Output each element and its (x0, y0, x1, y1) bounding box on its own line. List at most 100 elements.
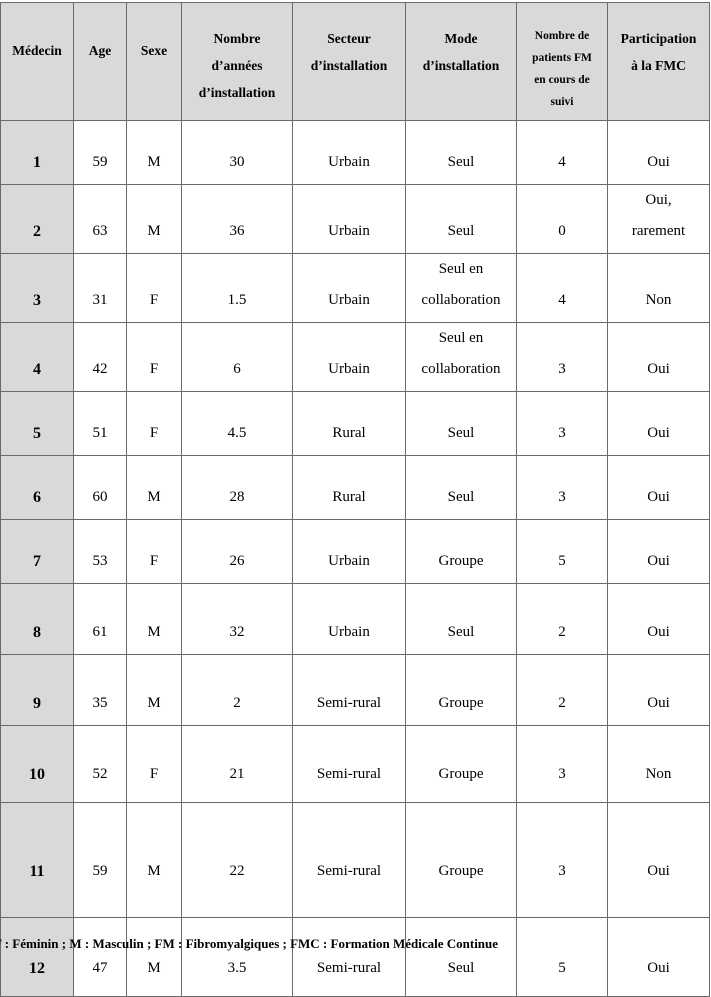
table-row: 11 59 M 22 Semi-rural Groupe 3 Oui (0, 802, 710, 918)
cell-fmc: Oui, rarement (607, 184, 710, 254)
header-medecin: Médecin (0, 2, 74, 121)
cell-fmc: Oui (607, 583, 710, 655)
header-sexe: Sexe (126, 2, 182, 121)
table-row: 8 61 M 32 Urbain Seul 2 Oui (0, 583, 710, 655)
cell-patients: 3 (516, 802, 608, 918)
cell-secteur: Rural (292, 455, 406, 520)
cell-mode: Seul (405, 917, 517, 997)
cell-annees: 30 (181, 120, 293, 185)
cell-fmc: Oui (607, 917, 710, 997)
cell-medecin: 6 (0, 455, 74, 520)
cell-secteur: Urbain (292, 519, 406, 584)
header-line: patients FM (532, 52, 592, 64)
cell-age: 53 (73, 519, 127, 584)
table-row: 3 31 F 1.5 Urbain Seul en collaboration 4 Non (0, 253, 710, 323)
table-row: 7 53 F 26 Urbain Groupe 5 Oui (0, 519, 710, 584)
cell-sexe: M (126, 455, 182, 520)
cell-patients: 3 (516, 322, 608, 392)
cell-annees: 6 (181, 322, 293, 392)
cell-medecin: 2 (0, 184, 74, 254)
cell-fmc: Oui (607, 802, 710, 918)
cell-fmc: Oui (607, 455, 710, 520)
cell-fmc: Oui (607, 322, 710, 392)
cell-secteur: Rural (292, 391, 406, 456)
cell-mode: Seul (405, 391, 517, 456)
header-line: suivi (550, 96, 574, 108)
cell-fmc: Non (607, 725, 710, 803)
cell-sexe: M (126, 120, 182, 185)
cell-sexe: M (126, 802, 182, 918)
cell-sexe: M (126, 654, 182, 726)
cell-medecin: 1 (0, 120, 74, 185)
cell-sexe: F (126, 253, 182, 323)
cell-medecin: 12 (0, 917, 74, 997)
cell-mode: Groupe (405, 519, 517, 584)
cell-mode: Seul (405, 583, 517, 655)
cell-annees: 26 (181, 519, 293, 584)
cell-mode: Seul (405, 184, 517, 254)
table-legend: F : Féminin ; M : Masculin ; FM : Fibrom… (0, 936, 499, 951)
cell-medecin: 9 (0, 654, 74, 726)
cell-age: 59 (73, 802, 127, 918)
cell-patients: 4 (516, 253, 608, 323)
header-line: en cours de (534, 74, 590, 86)
cell-mode: Seul en collaboration (405, 322, 517, 392)
cell-age: 59 (73, 120, 127, 185)
cell-patients: 5 (516, 519, 608, 584)
cell-fmc: Oui (607, 654, 710, 726)
cell-mode: Seul (405, 120, 517, 185)
cell-patients: 3 (516, 455, 608, 520)
cell-secteur: Semi-rural (292, 654, 406, 726)
cell-medecin: 7 (0, 519, 74, 584)
cell-patients: 3 (516, 725, 608, 803)
cell-medecin: 8 (0, 583, 74, 655)
header-patients: Nombre de patients FM en cours de suivi (516, 2, 608, 121)
cell-mode: Seul en collaboration (405, 253, 517, 323)
cell-sexe: M (126, 917, 182, 997)
table-row: 2 63 M 36 Urbain Seul 0 Oui, rarement (0, 184, 710, 254)
table-row: 9 35 M 2 Semi-rural Groupe 2 Oui (0, 654, 710, 726)
cell-secteur: Semi-rural (292, 802, 406, 918)
cell-annees: 3.5 (181, 917, 293, 997)
cell-medecin: 5 (0, 391, 74, 456)
cell-annees: 36 (181, 184, 293, 254)
cell-annees: 2 (181, 654, 293, 726)
header-mode: Mode d’installation (405, 2, 517, 121)
header-participation: Participation à la FMC (607, 2, 710, 121)
header-line: à la FMC (631, 58, 686, 73)
cell-sexe: M (126, 184, 182, 254)
cell-medecin: 3 (0, 253, 74, 323)
cell-sexe: M (126, 583, 182, 655)
cell-age: 52 (73, 725, 127, 803)
header-secteur: Secteur d’installation (292, 2, 406, 121)
cell-age: 31 (73, 253, 127, 323)
header-line: d’années (211, 58, 263, 73)
cell-sexe: F (126, 322, 182, 392)
table-row: 6 60 M 28 Rural Seul 3 Oui (0, 455, 710, 520)
cell-age: 51 (73, 391, 127, 456)
table-row: 10 52 F 21 Semi-rural Groupe 3 Non (0, 725, 710, 803)
header-line: d’installation (422, 58, 500, 73)
header-line: Nombre (213, 31, 261, 46)
cell-mode: Groupe (405, 725, 517, 803)
cell-fmc: Oui (607, 519, 710, 584)
cell-mode: Groupe (405, 802, 517, 918)
cell-age: 61 (73, 583, 127, 655)
cell-patients: 2 (516, 583, 608, 655)
header-line: Secteur (327, 31, 371, 46)
header-age: Age (73, 2, 127, 121)
cell-fmc: Oui (607, 120, 710, 185)
header-line: Nombre de (534, 30, 590, 42)
cell-secteur: Urbain (292, 184, 406, 254)
cell-sexe: F (126, 519, 182, 584)
header-line: d’installation (310, 58, 388, 73)
table-row: 12 47 M 3.5 Semi-rural Seul 5 Oui (0, 917, 710, 997)
cell-annees: 21 (181, 725, 293, 803)
table-row: 5 51 F 4.5 Rural Seul 3 Oui (0, 391, 710, 456)
table-row: 1 59 M 30 Urbain Seul 4 Oui (0, 120, 710, 185)
cell-sexe: F (126, 391, 182, 456)
header-line: Mode (444, 31, 478, 46)
cell-patients: 4 (516, 120, 608, 185)
cell-mode: Groupe (405, 654, 517, 726)
cell-annees: 32 (181, 583, 293, 655)
